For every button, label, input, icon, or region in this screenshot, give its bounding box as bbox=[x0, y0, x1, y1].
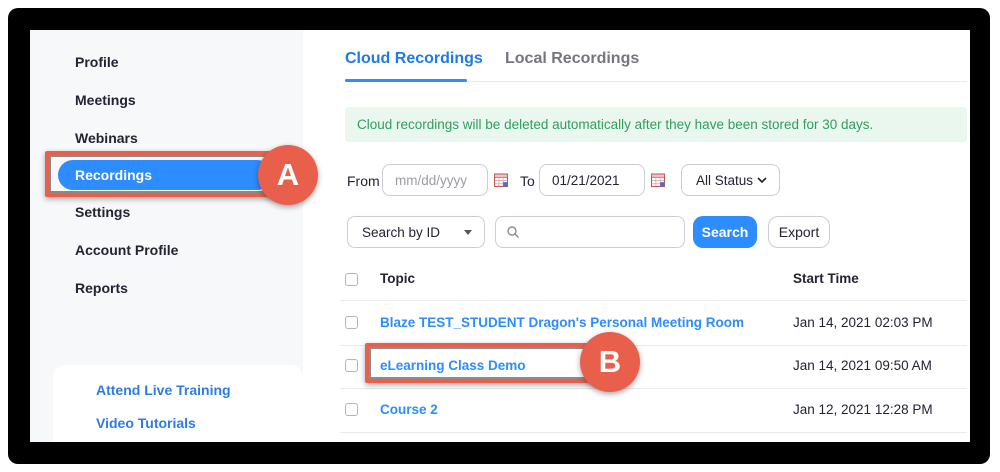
to-calendar-icon[interactable] bbox=[651, 173, 665, 187]
search-icon bbox=[506, 225, 520, 239]
sidebar-item-meetings[interactable]: Meetings bbox=[75, 92, 136, 108]
sidebar-item-reports[interactable]: Reports bbox=[75, 280, 128, 296]
chevron-down-icon bbox=[757, 177, 767, 183]
sidebar-item-webinars[interactable]: Webinars bbox=[75, 130, 138, 146]
status-select-value: All Status bbox=[696, 173, 753, 188]
retention-notice: Cloud recordings will be deleted automat… bbox=[345, 107, 967, 142]
from-date-input[interactable] bbox=[382, 164, 488, 196]
caret-down-icon bbox=[464, 230, 472, 235]
column-header-start-time: Start Time bbox=[793, 271, 859, 286]
row-checkbox[interactable] bbox=[345, 316, 358, 329]
row-checkbox[interactable] bbox=[345, 359, 358, 372]
recording-start-time: Jan 14, 2021 02:03 PM bbox=[793, 315, 933, 330]
active-tab-underline bbox=[345, 79, 467, 82]
recording-start-time: Jan 12, 2021 12:28 PM bbox=[793, 402, 933, 417]
sidebar-item-settings[interactable]: Settings bbox=[75, 204, 130, 220]
select-all-checkbox[interactable] bbox=[345, 273, 358, 286]
search-mode-select[interactable]: Search by ID bbox=[347, 216, 485, 248]
search-mode-value: Search by ID bbox=[362, 225, 440, 240]
row-divider bbox=[340, 432, 967, 433]
to-date-input[interactable] bbox=[539, 164, 645, 196]
recording-topic-link[interactable]: Course 2 bbox=[380, 402, 438, 417]
sidebar-footer-panel: Attend Live Training Video Tutorials bbox=[53, 365, 303, 442]
search-input[interactable] bbox=[526, 217, 681, 247]
zoom-web-portal: Profile Meetings Webinars Recordings Set… bbox=[30, 30, 970, 442]
status-select[interactable]: All Status bbox=[681, 164, 780, 196]
annotation-marker-a: A bbox=[258, 145, 318, 205]
tab-local-recordings[interactable]: Local Recordings bbox=[505, 50, 639, 68]
tab-cloud-recordings[interactable]: Cloud Recordings bbox=[345, 50, 483, 68]
recording-start-time: Jan 14, 2021 09:50 AM bbox=[793, 358, 932, 373]
row-checkbox[interactable] bbox=[345, 403, 358, 416]
header-divider bbox=[340, 300, 967, 301]
recording-topic-link[interactable]: Blaze TEST_STUDENT Dragon's Personal Mee… bbox=[380, 315, 744, 330]
from-label: From bbox=[347, 173, 380, 189]
export-button[interactable]: Export bbox=[768, 216, 830, 248]
sidebar: Profile Meetings Webinars Recordings Set… bbox=[30, 30, 303, 442]
annotation-marker-b: B bbox=[580, 332, 640, 392]
search-button[interactable]: Search bbox=[693, 216, 757, 248]
from-calendar-icon[interactable] bbox=[494, 173, 508, 187]
attend-live-training-link[interactable]: Attend Live Training bbox=[96, 382, 231, 398]
video-tutorials-link[interactable]: Video Tutorials bbox=[96, 415, 196, 431]
search-input-wrap bbox=[495, 216, 685, 248]
sidebar-item-account-profile[interactable]: Account Profile bbox=[75, 242, 178, 258]
recording-topic-link[interactable]: eLearning Class Demo bbox=[380, 358, 526, 373]
to-label: To bbox=[520, 173, 535, 189]
row-divider bbox=[340, 388, 967, 389]
sidebar-item-profile[interactable]: Profile bbox=[75, 54, 119, 70]
column-header-topic: Topic bbox=[380, 271, 415, 286]
